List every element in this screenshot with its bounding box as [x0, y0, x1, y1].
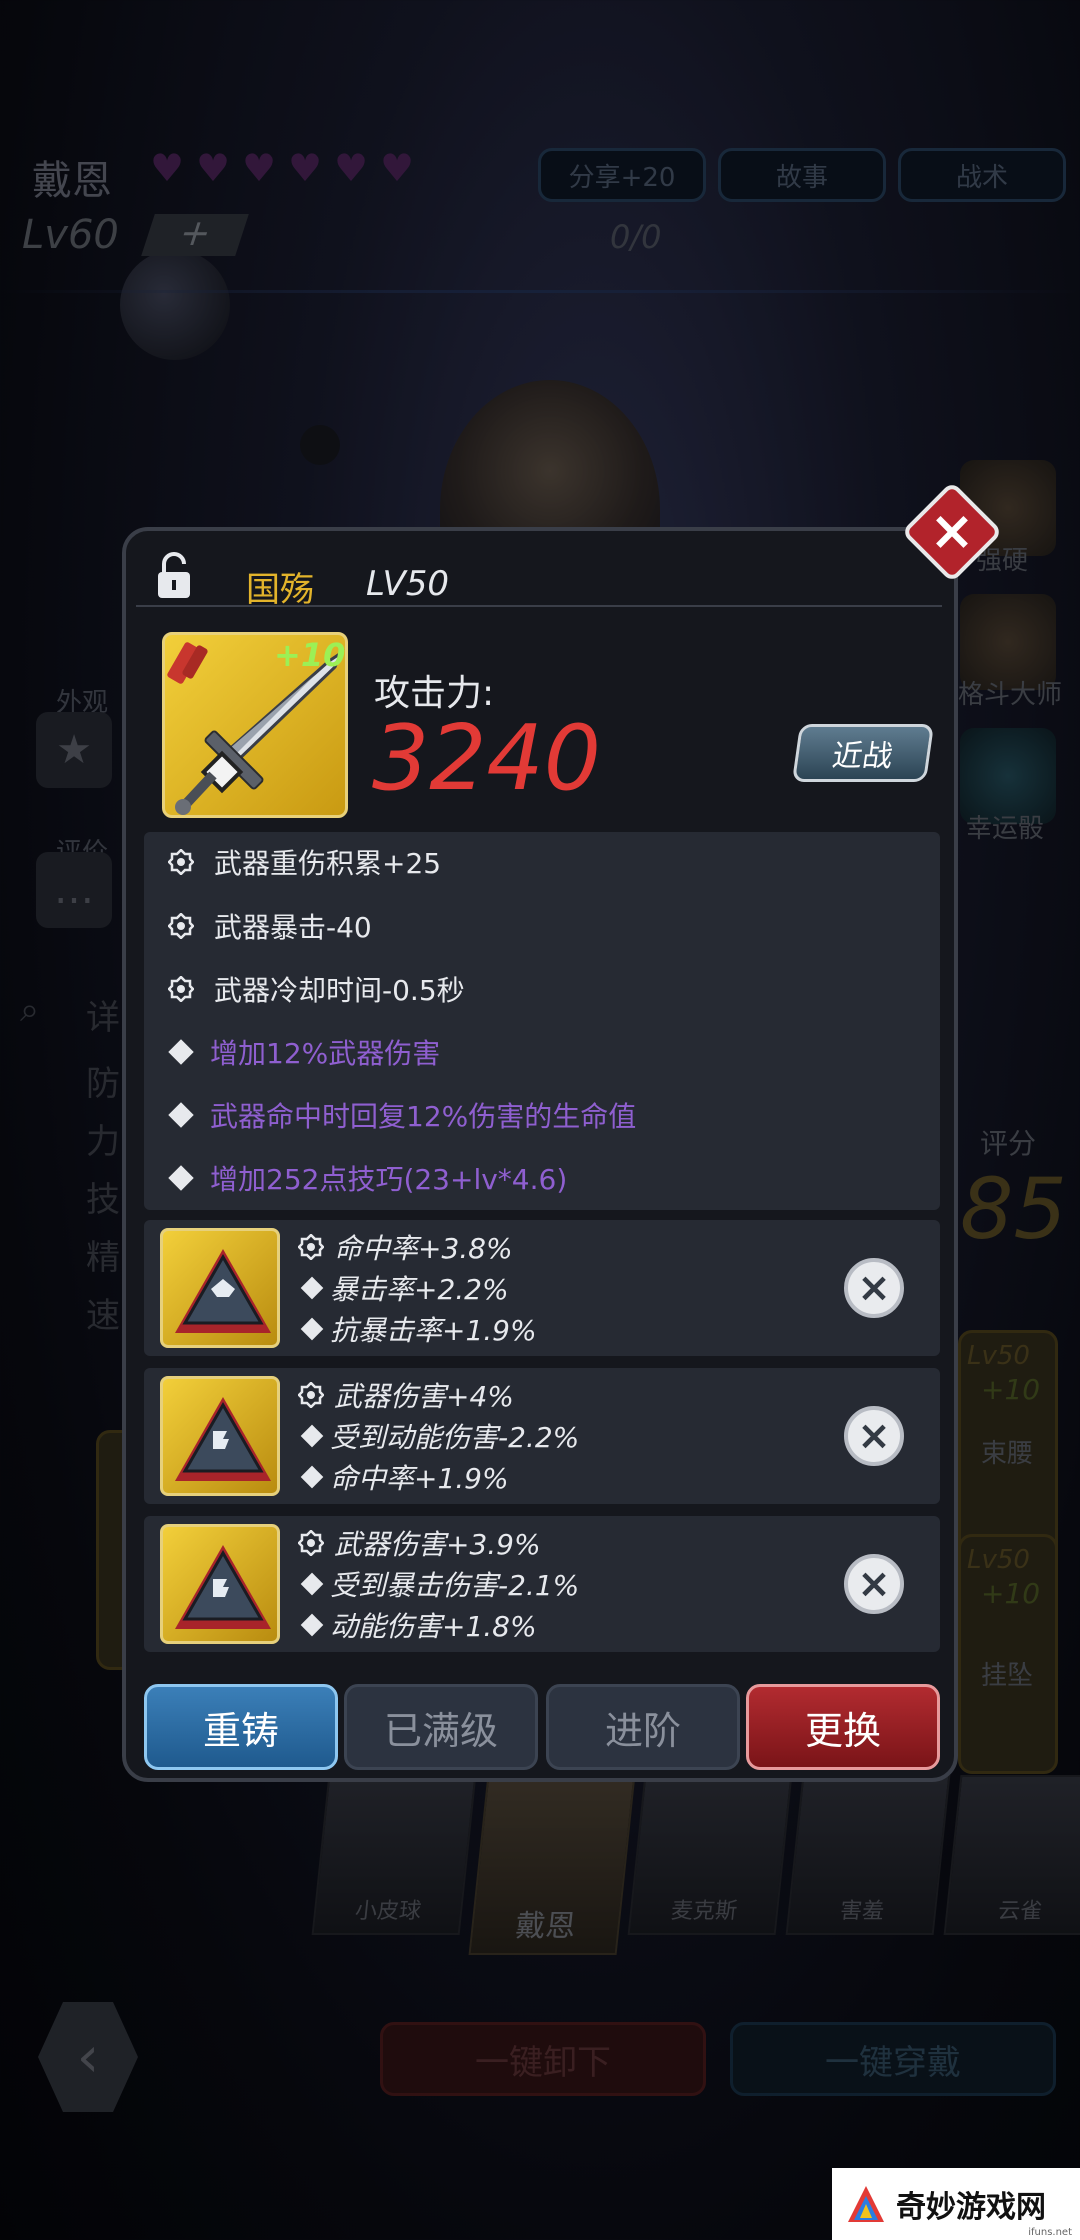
diamond-icon — [168, 1102, 194, 1128]
attribute-text: 增加12%武器伤害 — [210, 1037, 441, 1070]
watermark-text: 奇妙游戏网 — [896, 2190, 1046, 2225]
advance-label: 进阶 — [604, 1708, 681, 1753]
change-button[interactable]: 更换 — [746, 1684, 940, 1770]
gem-stat-text: 命中率+3.8% — [334, 1231, 513, 1265]
remove-gem-button[interactable]: × — [844, 1406, 904, 1466]
diamond-icon — [300, 1465, 324, 1488]
attribute-row: 武器命中时回复12%伤害的生命值 — [168, 1095, 636, 1135]
diamond-icon — [300, 1613, 324, 1636]
remove-gem-button[interactable]: × — [844, 1258, 904, 1318]
header-divider — [136, 605, 942, 607]
gear-icon — [168, 913, 194, 939]
gem-stat-row: 动能伤害+1.8% — [298, 1604, 658, 1645]
gem-stat-text: 武器伤害+4% — [334, 1379, 514, 1413]
gear-icon — [298, 1529, 324, 1556]
enhance-level: +10 — [274, 636, 346, 674]
close-icon: × — [857, 1413, 891, 1459]
lock-icon[interactable] — [156, 552, 192, 600]
gem-stat-text: 抗暴击率+1.9% — [330, 1313, 537, 1347]
attribute-text: 武器暴击-40 — [214, 911, 372, 944]
gem-stats: 武器伤害+3.9% 受到暴击伤害-2.1% 动能伤害+1.8% — [298, 1522, 658, 1645]
gear-icon — [298, 1233, 324, 1260]
gem-stat-text: 暴击率+2.2% — [330, 1272, 509, 1306]
attribute-text: 武器命中时回复12%伤害的生命值 — [210, 1100, 637, 1133]
gem-stat-text: 武器伤害+3.9% — [334, 1527, 541, 1561]
gem-stat-row: 武器伤害+4% — [298, 1374, 658, 1415]
gem-stat-text: 受到动能伤害-2.2% — [330, 1420, 580, 1454]
watermark: 奇妙游戏网 ifuns.net — [832, 2168, 1080, 2240]
gem-stat-row: 受到暴击伤害-2.1% — [298, 1563, 658, 1604]
attribute-row: 武器暴击-40 — [168, 906, 372, 946]
remove-gem-button[interactable]: × — [844, 1554, 904, 1614]
advance-button[interactable]: 进阶 — [546, 1684, 740, 1770]
item-level: LV50 — [366, 564, 449, 604]
close-icon: × — [857, 1561, 891, 1607]
gear-icon — [168, 849, 194, 875]
item-name: 国殇 — [246, 570, 314, 610]
close-icon[interactable]: × — [916, 496, 988, 568]
melee-label: 近战 — [830, 739, 895, 774]
attribute-row: 武器重伤积累+25 — [168, 842, 441, 882]
gear-icon — [168, 976, 194, 1002]
gear-icon — [298, 1381, 324, 1408]
gem-stat-row: 武器伤害+3.9% — [298, 1522, 658, 1563]
gem-icon[interactable] — [160, 1376, 280, 1496]
diamond-icon — [168, 1165, 194, 1191]
gem-stat-text: 命中率+1.9% — [330, 1461, 509, 1495]
gem-stat-text: 动能伤害+1.8% — [330, 1609, 537, 1643]
attribute-row: 增加252点技巧(23+lv*4.6) — [168, 1158, 567, 1198]
attribute-text: 武器冷却时间-0.5秒 — [214, 974, 465, 1007]
gem-stat-row: 命中率+1.9% — [298, 1456, 658, 1497]
melee-type-button[interactable]: 近战 — [791, 724, 935, 782]
site-logo-icon — [848, 2186, 884, 2222]
maxed-label: 已满级 — [383, 1708, 498, 1753]
attack-value: 3240 — [372, 706, 602, 811]
diamond-icon — [300, 1317, 324, 1340]
gem-stat-row: 抗暴击率+1.9% — [298, 1308, 658, 1349]
watermark-sub: ifuns.net — [1028, 2227, 1072, 2238]
attribute-text: 武器重伤积累+25 — [214, 847, 442, 880]
attribute-row: 武器冷却时间-0.5秒 — [168, 969, 465, 1009]
gem-stat-row: 命中率+3.8% — [298, 1226, 658, 1267]
diamond-icon — [300, 1276, 324, 1299]
gem-stat-row: 暴击率+2.2% — [298, 1267, 658, 1308]
attribute-text: 增加252点技巧(23+lv*4.6) — [210, 1163, 568, 1196]
gem-stat-text: 受到暴击伤害-2.1% — [330, 1568, 580, 1602]
diamond-icon — [300, 1424, 324, 1447]
gem-icon[interactable] — [160, 1524, 280, 1644]
recast-button[interactable]: 重铸 — [144, 1684, 338, 1770]
diamond-icon — [168, 1039, 194, 1065]
gem-stat-row: 受到动能伤害-2.2% — [298, 1415, 658, 1456]
maxed-button[interactable]: 已满级 — [344, 1684, 538, 1770]
close-icon: × — [857, 1265, 891, 1311]
recast-label: 重铸 — [202, 1708, 279, 1753]
gem-stats: 武器伤害+4% 受到动能伤害-2.2% 命中率+1.9% — [298, 1374, 658, 1497]
attribute-panel — [144, 832, 940, 1210]
attribute-row: 增加12%武器伤害 — [168, 1032, 440, 1072]
diamond-icon — [300, 1572, 324, 1595]
change-label: 更换 — [804, 1708, 881, 1753]
gem-stats: 命中率+3.8% 暴击率+2.2% 抗暴击率+1.9% — [298, 1226, 658, 1349]
gem-icon[interactable] — [160, 1228, 280, 1348]
